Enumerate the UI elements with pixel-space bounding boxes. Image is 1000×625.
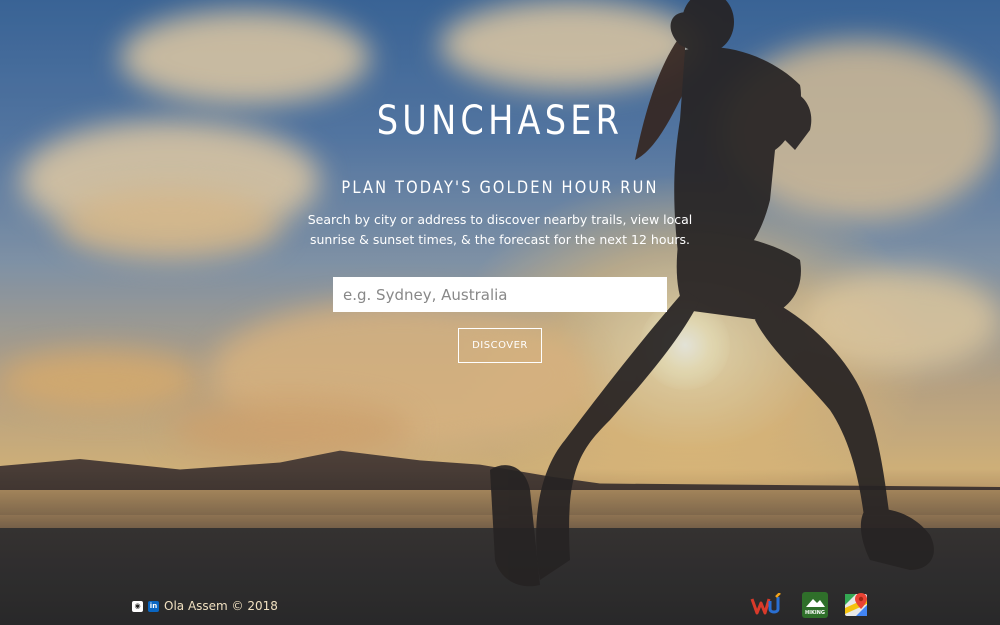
hiking-project-icon[interactable]: HIKING xyxy=(802,592,828,618)
description-line: sunrise & sunset times, & the forecast f… xyxy=(309,232,691,247)
footer: ◉ in Ola Assem © 2018 HIKING xyxy=(0,585,1000,625)
copyright-text: Ola Assem © 2018 xyxy=(164,599,278,613)
discover-button[interactable]: DISCOVER xyxy=(458,328,542,363)
tint-overlay xyxy=(0,0,1000,625)
hiking-label: HIKING xyxy=(805,610,825,616)
linkedin-icon[interactable]: in xyxy=(148,600,159,612)
app-title: SUNCHASER xyxy=(376,98,624,144)
description: Search by city or address to discover ne… xyxy=(300,210,700,250)
footer-credits: ◉ in Ola Assem © 2018 xyxy=(132,599,278,613)
hero-background xyxy=(0,0,1000,625)
tagline: PLAN TODAY'S GOLDEN HOUR RUN xyxy=(341,178,659,198)
location-search-input[interactable] xyxy=(333,277,667,312)
google-maps-icon[interactable] xyxy=(844,592,870,618)
partner-links: HIKING xyxy=(750,592,870,618)
weather-underground-icon[interactable] xyxy=(750,592,784,618)
github-icon[interactable]: ◉ xyxy=(132,600,143,612)
description-line: Search by city or address to discover ne… xyxy=(307,212,693,227)
